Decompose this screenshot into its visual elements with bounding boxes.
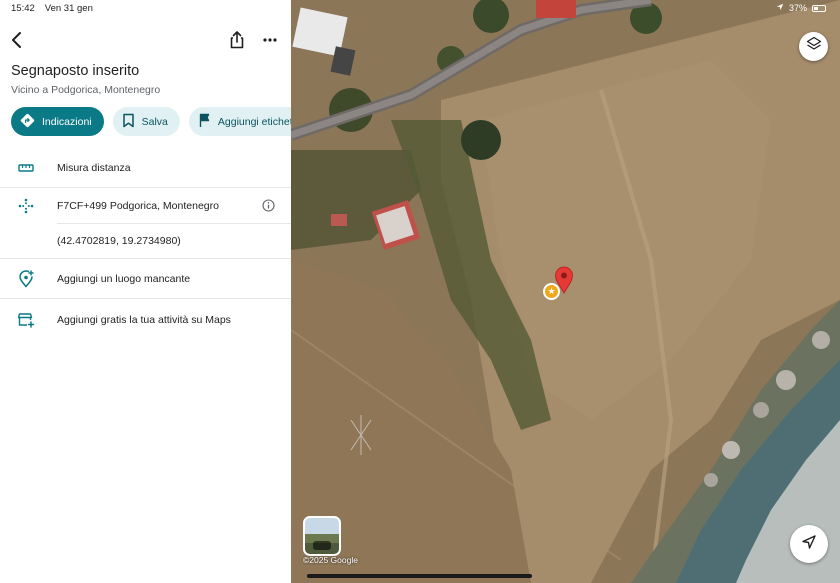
add-label-text: Aggiungi etichet bbox=[217, 115, 291, 128]
bookmark-icon bbox=[122, 113, 135, 131]
info-icon[interactable] bbox=[262, 199, 275, 212]
measure-distance-label: Misura distanza bbox=[57, 162, 131, 174]
add-missing-place-row[interactable]: Aggiungi un luogo mancante bbox=[0, 269, 291, 289]
more-options-button[interactable] bbox=[262, 32, 278, 48]
add-business-icon bbox=[17, 311, 35, 329]
directions-button[interactable]: Indicazioni bbox=[11, 107, 104, 136]
divider bbox=[0, 298, 291, 299]
layers-icon bbox=[806, 36, 822, 57]
save-label: Salva bbox=[141, 115, 168, 128]
coordinates-text: (42.4702819, 19.2734980) bbox=[57, 235, 181, 247]
battery-icon bbox=[812, 4, 826, 12]
ruler-icon bbox=[17, 159, 35, 177]
place-subtitle: Vicino a Podgorica, Montenegro bbox=[11, 84, 161, 96]
plus-code-row[interactable]: F7CF+499 Podgorica, Montenegro bbox=[0, 196, 291, 216]
measure-distance-row[interactable]: Misura distanza bbox=[0, 158, 291, 178]
add-label-button[interactable]: Aggiungi etichet bbox=[188, 107, 291, 136]
home-indicator bbox=[307, 574, 532, 578]
place-panel: Segnaposto inserito Vicino a Podgorica, … bbox=[0, 0, 291, 583]
status-bar-right: 37% bbox=[776, 3, 826, 13]
location-arrow-icon bbox=[776, 3, 784, 13]
layers-button[interactable] bbox=[799, 32, 828, 61]
back-button[interactable] bbox=[9, 30, 25, 50]
directions-icon bbox=[20, 113, 35, 131]
status-time: 15:42 bbox=[11, 3, 35, 14]
add-missing-place-label: Aggiungi un luogo mancante bbox=[57, 273, 191, 285]
plus-code-icon bbox=[17, 197, 35, 215]
battery-percent: 37% bbox=[788, 3, 807, 13]
add-business-row[interactable]: Aggiungi gratis la tua attività su Maps bbox=[0, 310, 291, 330]
maps-screen: 15:42 Ven 31 gen 37% Segnaposto inserito… bbox=[0, 0, 840, 583]
map-copyright: ©2025 Google bbox=[303, 555, 358, 565]
divider bbox=[57, 223, 291, 224]
add-business-label: Aggiungi gratis la tua attività su Maps bbox=[57, 314, 231, 326]
saved-place-star-icon[interactable]: ★ bbox=[543, 283, 560, 300]
save-button[interactable]: Salva bbox=[112, 107, 180, 136]
satellite-map[interactable]: ★ ©2025 Google bbox=[291, 0, 840, 583]
coordinates-row[interactable]: (42.4702819, 19.2734980) bbox=[0, 231, 291, 251]
share-button[interactable] bbox=[229, 31, 245, 49]
divider bbox=[0, 258, 291, 259]
my-location-button[interactable] bbox=[790, 525, 828, 563]
place-title: Segnaposto inserito bbox=[11, 63, 140, 79]
action-chips: Indicazioni Salva Aggiungi etichet bbox=[11, 107, 291, 136]
directions-label: Indicazioni bbox=[42, 115, 92, 128]
street-view-icon bbox=[313, 541, 331, 550]
street-view-thumbnail[interactable] bbox=[303, 516, 341, 556]
add-location-icon bbox=[17, 270, 35, 288]
panel-toolbar bbox=[0, 30, 291, 52]
flag-icon bbox=[198, 113, 211, 131]
divider bbox=[0, 187, 291, 188]
status-date: Ven 31 gen bbox=[44, 3, 93, 14]
navigation-arrow-icon bbox=[801, 534, 817, 555]
plus-code-text: F7CF+499 Podgorica, Montenegro bbox=[57, 200, 219, 212]
status-bar-left: 15:42 Ven 31 gen bbox=[11, 3, 93, 14]
